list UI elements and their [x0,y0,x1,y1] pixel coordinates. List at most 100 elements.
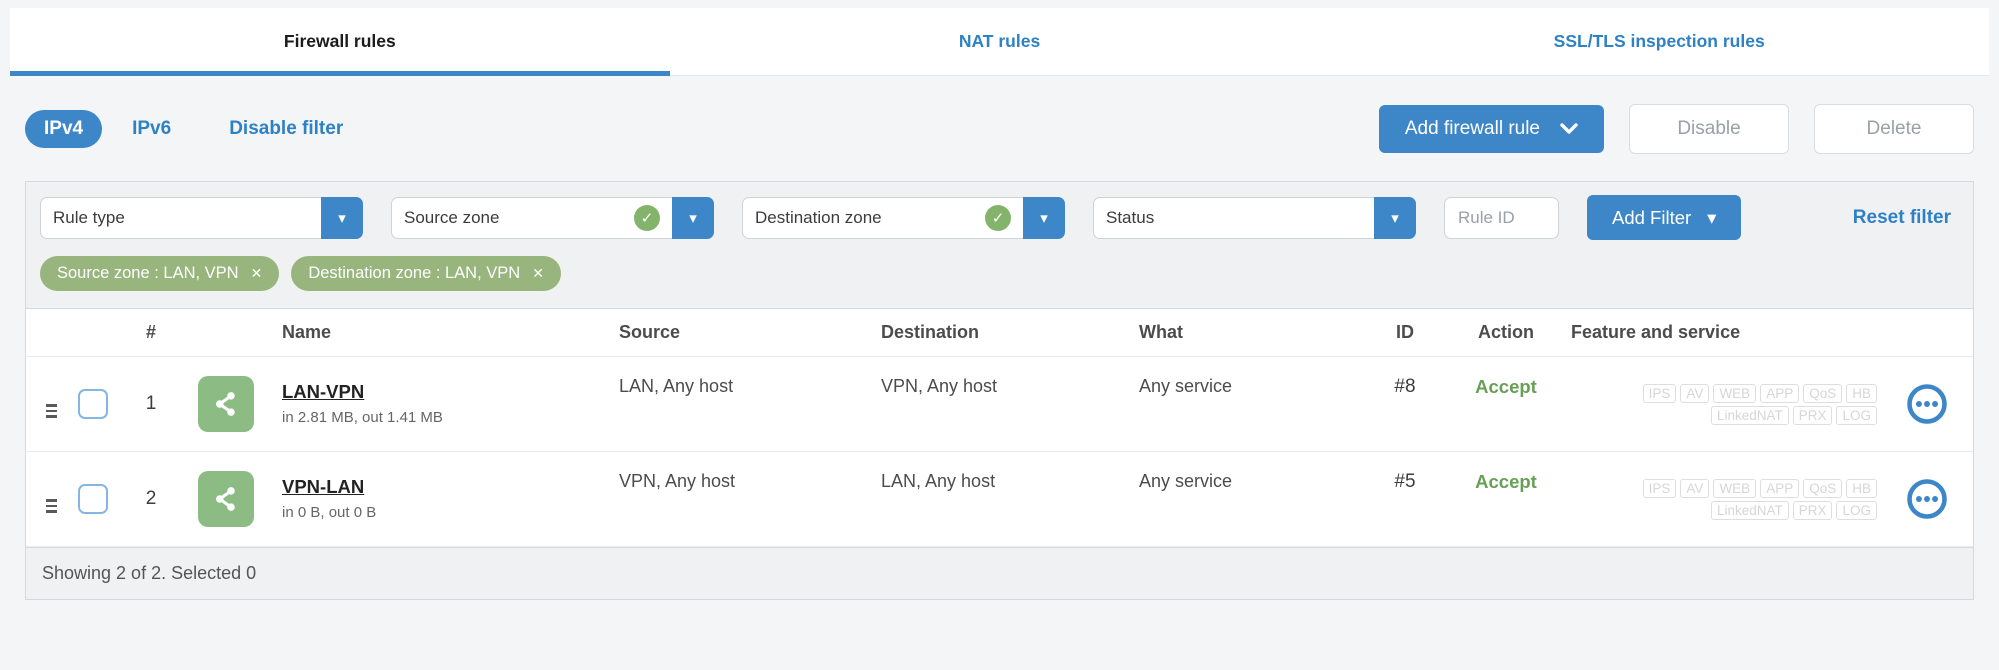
close-icon[interactable]: ✕ [532,265,544,282]
badge-ips: IPS [1642,383,1677,403]
badge-log: LOG [1836,500,1877,520]
rule-id: #5 [1394,471,1416,492]
rule-name-link[interactable]: VPN-LAN [282,477,364,497]
badge-hb: HB [1846,478,1877,498]
ipv6-toggle[interactable]: IPv6 [132,118,171,140]
badge-web: WEB [1713,383,1757,403]
ipv4-toggle[interactable]: IPv4 [25,109,103,148]
badge-qos: QoS [1803,478,1843,498]
reset-filter-link[interactable]: Reset filter [1853,207,1951,229]
add-firewall-rule-label: Add firewall rule [1404,117,1540,139]
chevron-down-icon[interactable]: ▾ [321,196,363,239]
row-number: 1 [145,393,157,414]
table-header-row: # Name Source Destination What ID Action… [26,309,1973,357]
row-checkbox[interactable] [78,484,108,514]
firewall-rules-table: # Name Source Destination What ID Action… [26,308,1973,599]
badge-linkednat: LinkedNAT [1710,405,1789,425]
rule-traffic: in 2.81 MB, out 1.41 MB [282,409,443,427]
filter-chip-source-zone: Source zone : LAN, VPN ✕ [40,256,280,291]
badge-linkednat: LinkedNAT [1710,500,1789,520]
ellipsis-icon [1907,384,1947,424]
tab-bar: Firewall rules NAT rules SSL/TLS inspect… [10,8,1989,76]
chevron-down-icon[interactable]: ▾ [672,196,714,239]
header-number: # [145,322,156,342]
badge-av: AV [1680,383,1710,403]
row-menu-button[interactable] [1906,383,1948,425]
row-menu-button[interactable] [1906,478,1948,520]
rule-action: Accept [1475,471,1537,492]
rule-source: VPN, Any host [619,471,736,491]
rule-destination: VPN, Any host [881,376,998,396]
destination-zone-dropdown[interactable]: Destination zone ✓ ▾ [742,196,1065,239]
add-filter-label: Add Filter [1612,206,1692,228]
rule-id-input[interactable] [1444,196,1559,239]
badge-hb: HB [1846,383,1877,403]
header-what: What [1139,322,1183,342]
disable-button[interactable]: Disable [1629,103,1789,154]
rule-source: LAN, Any host [619,376,734,396]
chevron-down-icon [1560,122,1578,134]
rule-traffic: in 0 B, out 0 B [282,504,377,522]
chevron-down-icon: ▾ [1707,206,1717,228]
toolbar: IPv4 IPv6 Disable filter Add firewall ru… [25,76,1974,181]
badge-prx: PRX [1792,500,1833,520]
feature-badges: IPS AV WEB APP QoS HB LinkedNAT PRX LOG [1561,478,1881,520]
status-dropdown-label: Status [1093,196,1374,239]
drag-handle[interactable] [46,404,57,418]
header-destination: Destination [881,322,980,342]
status-dropdown[interactable]: Status ▾ [1093,196,1416,239]
share-rule-icon [198,471,254,527]
filter-chip-label: Source zone : LAN, VPN [57,264,239,282]
badge-app: APP [1760,478,1800,498]
add-firewall-rule-button[interactable]: Add firewall rule [1378,104,1604,153]
active-filter-chips: Source zone : LAN, VPN ✕ Destination zon… [26,250,1973,308]
badge-log: LOG [1836,405,1877,425]
close-icon[interactable]: ✕ [251,265,263,282]
tab-nat-rules[interactable]: NAT rules [670,8,1330,75]
drag-handle[interactable] [46,499,57,513]
table-row: 2 VPN-LAN in 0 B, out 0 B VPN, Any host [26,452,1973,547]
rule-name-link[interactable]: LAN-VPN [282,382,364,402]
rule-what: Any service [1139,376,1233,396]
filter-chip-label: Destination zone : LAN, VPN [308,264,521,282]
check-circle-icon: ✓ [634,204,660,231]
badge-app: APP [1760,383,1800,403]
rule-type-dropdown-label: Rule type [40,196,321,239]
badge-prx: PRX [1792,405,1833,425]
feature-badges: IPS AV WEB APP QoS HB LinkedNAT PRX LOG [1561,383,1881,425]
badge-ips: IPS [1642,478,1677,498]
rule-action: Accept [1475,376,1537,397]
chevron-down-icon[interactable]: ▾ [1023,196,1065,239]
header-id: ID [1396,322,1414,342]
delete-button[interactable]: Delete [1814,103,1974,154]
row-number: 2 [145,488,157,509]
rule-id: #8 [1394,376,1416,397]
badge-qos: QoS [1803,383,1843,403]
tab-firewall-rules[interactable]: Firewall rules [10,8,670,76]
table-row: 1 LAN-VPN in 2.81 MB, out 1.41 MB LAN, A… [26,357,1973,452]
source-zone-dropdown-label: Source zone ✓ [391,196,672,239]
header-feature-and-service: Feature and service [1571,322,1741,342]
disable-filter-link[interactable]: Disable filter [229,118,343,140]
filter-row: Rule type ▾ Source zone ✓ ▾ Destination … [26,182,1973,250]
table-footer-status: Showing 2 of 2. Selected 0 [26,547,1973,599]
badge-av: AV [1680,478,1710,498]
tab-ssl-tls-inspection-rules[interactable]: SSL/TLS inspection rules [1329,8,1989,75]
rule-destination: LAN, Any host [881,471,996,491]
chevron-down-icon[interactable]: ▾ [1374,196,1416,239]
check-circle-icon: ✓ [985,204,1011,231]
badge-web: WEB [1713,478,1757,498]
header-action: Action [1478,322,1534,342]
firewall-rules-panel: Rule type ▾ Source zone ✓ ▾ Destination … [25,181,1974,600]
add-filter-button[interactable]: Add Filter ▾ [1587,195,1742,240]
source-zone-dropdown[interactable]: Source zone ✓ ▾ [391,196,714,239]
rule-what: Any service [1139,471,1233,491]
header-name: Name [282,322,332,342]
rule-type-dropdown[interactable]: Rule type ▾ [40,196,363,239]
ellipsis-icon [1907,479,1947,519]
row-checkbox[interactable] [78,389,108,419]
destination-zone-dropdown-label: Destination zone ✓ [742,196,1023,239]
header-source: Source [619,322,681,342]
share-rule-icon [198,376,254,432]
filter-chip-destination-zone: Destination zone : LAN, VPN ✕ [291,256,561,291]
